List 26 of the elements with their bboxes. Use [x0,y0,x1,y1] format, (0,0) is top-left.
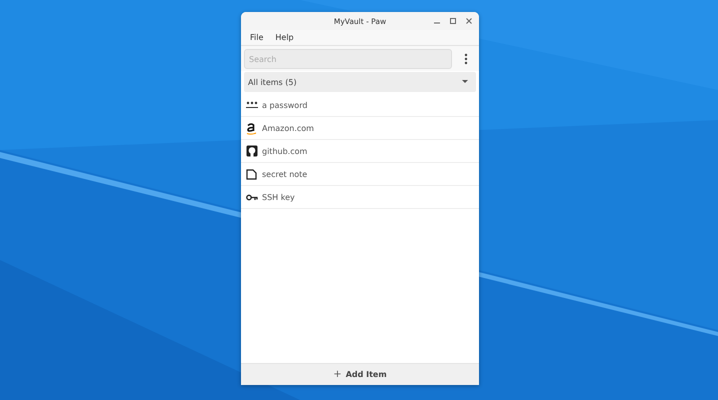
filter-dropdown[interactable]: All items (5) [244,72,476,92]
vault-item[interactable]: SSH key [241,186,479,209]
menu-item[interactable]: File [250,33,264,42]
key-icon [246,194,258,200]
item-label: secret note [262,170,308,178]
letter-a-icon [246,122,257,134]
close-icon[interactable] [465,17,473,25]
menu-item[interactable]: Help [275,33,294,42]
more-icon[interactable] [464,53,468,65]
filter-label: All items (5) [248,78,297,86]
search-field[interactable]: Search [244,49,452,69]
add-item-button[interactable]: + Add Item [241,363,479,385]
vault-item[interactable]: Amazon.com [241,117,479,140]
vault-item[interactable]: a password [241,94,479,117]
dots-icon [246,101,258,109]
item-label: github.com [262,146,308,156]
item-label: a password [262,100,308,110]
vault-item[interactable]: secret note [241,163,479,186]
item-label: Amazon.com [262,124,314,132]
caret-icon [462,80,468,84]
vault-item[interactable]: github.com [241,140,479,163]
plus-icon: + [333,369,342,380]
maximize-icon[interactable] [449,17,457,25]
note-icon [246,168,257,180]
item-label: SSH key [262,192,295,202]
github-icon [246,145,258,157]
